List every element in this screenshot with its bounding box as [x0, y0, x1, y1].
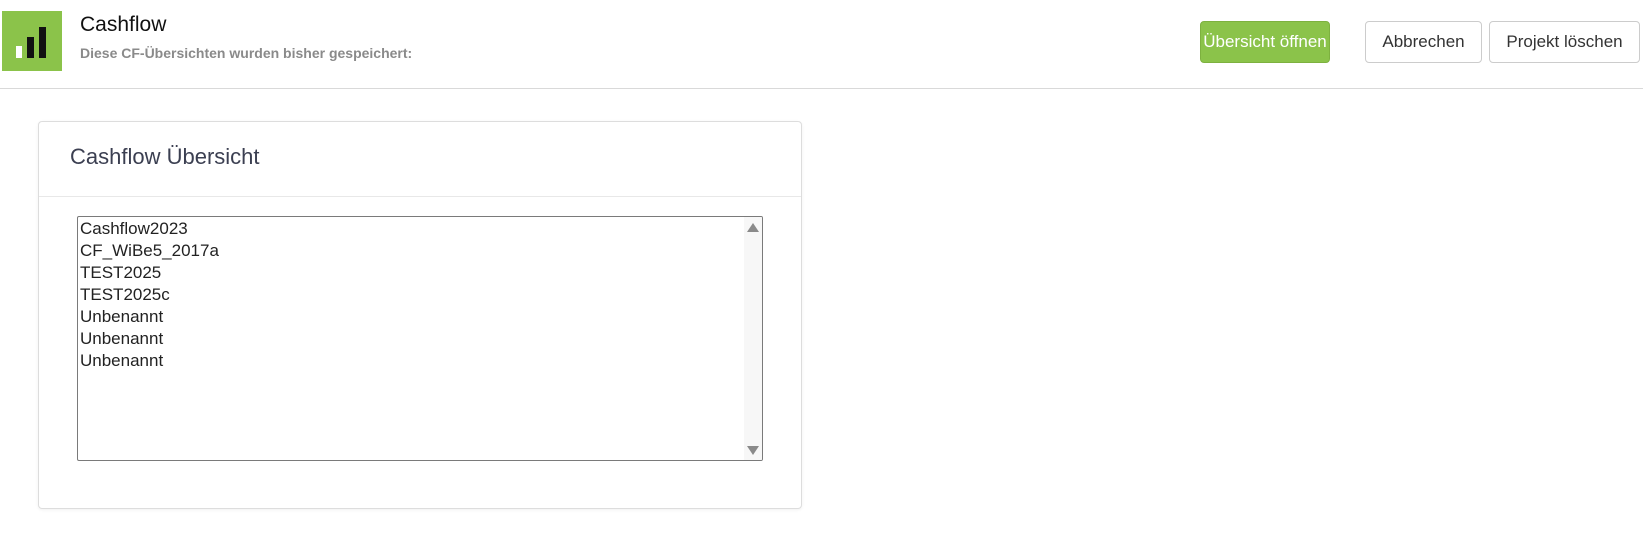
page-title: Cashflow	[80, 13, 167, 36]
list-item[interactable]: Unbenannt	[80, 306, 742, 328]
delete-project-button[interactable]: Projekt löschen	[1489, 21, 1640, 63]
listbox-scrollbar[interactable]	[744, 217, 762, 460]
cancel-button[interactable]: Abbrechen	[1365, 21, 1482, 63]
list-item[interactable]: TEST2025c	[80, 284, 742, 306]
panel-heading: Cashflow Übersicht	[39, 122, 801, 197]
list-item[interactable]: Unbenannt	[80, 328, 742, 350]
scroll-up-icon[interactable]	[746, 220, 760, 234]
page-subtitle: Diese CF-Übersichten wurden bisher gespe…	[80, 45, 413, 61]
list-item[interactable]: Cashflow2023	[80, 218, 742, 240]
bar-chart-icon	[2, 11, 62, 71]
panel-title: Cashflow Übersicht	[70, 144, 260, 169]
open-overview-button[interactable]: Übersicht öffnen	[1200, 21, 1330, 63]
list-item[interactable]: TEST2025	[80, 262, 742, 284]
scroll-down-icon[interactable]	[746, 443, 760, 457]
list-item[interactable]: Unbenannt	[80, 350, 742, 372]
overview-listbox[interactable]: Cashflow2023 CF_WiBe5_2017a TEST2025 TES…	[77, 216, 763, 461]
list-item[interactable]: CF_WiBe5_2017a	[80, 240, 742, 262]
app-header: Cashflow Diese CF-Übersichten wurden bis…	[0, 0, 1643, 89]
listbox-items: Cashflow2023 CF_WiBe5_2017a TEST2025 TES…	[80, 218, 742, 372]
cashflow-overview-panel: Cashflow Übersicht Cashflow2023 CF_WiBe5…	[38, 121, 802, 509]
